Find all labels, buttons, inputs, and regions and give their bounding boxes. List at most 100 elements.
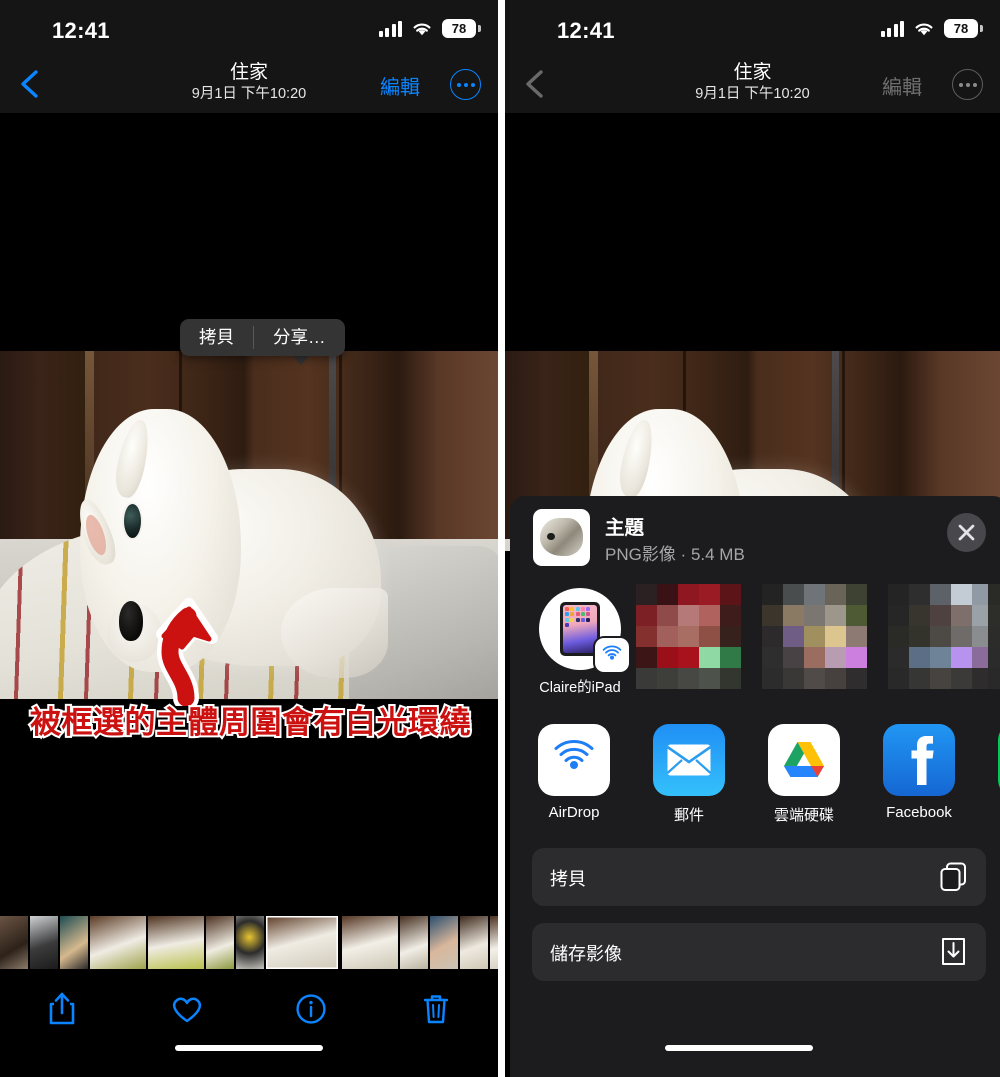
share-app-line[interactable]	[986, 724, 1000, 804]
filmstrip-thumb-selected[interactable]	[266, 916, 338, 969]
copy-share-popover[interactable]: 拷貝 分享…	[180, 319, 345, 356]
ellipsis-circle-icon[interactable]	[952, 69, 983, 100]
filmstrip-thumb[interactable]	[342, 916, 398, 969]
edit-button[interactable]: 編輯	[380, 71, 420, 100]
photo-image	[0, 351, 498, 699]
share-action-copy[interactable]: 拷貝	[532, 848, 986, 906]
trash-icon	[423, 995, 448, 1024]
popover-tail	[292, 355, 310, 365]
nav-bar: 住家 9月1日 下午10:20 編輯	[505, 55, 1000, 113]
redacted-contact-block	[636, 584, 741, 689]
redacted-contact-block	[988, 584, 1000, 689]
filmstrip-thumb[interactable]	[236, 916, 264, 969]
info-circle-icon	[296, 994, 326, 1024]
wifi-icon	[411, 21, 433, 37]
status-indicators: 78	[880, 19, 983, 38]
delete-button[interactable]	[374, 985, 499, 1033]
filmstrip-thumb[interactable]	[490, 916, 498, 969]
page-title: 住家	[229, 62, 268, 83]
favorite-button[interactable]	[125, 985, 250, 1033]
airdrop-contacts-row[interactable]: Claire的iPad	[510, 580, 1000, 716]
status-clock: 12:41	[52, 18, 110, 43]
share-item-title: 主題	[605, 517, 645, 539]
filmstrip-thumb[interactable]	[400, 916, 428, 969]
page-subtitle: 9月1日 下午10:20	[191, 86, 307, 102]
popover-share-button[interactable]: 分享…	[254, 319, 345, 356]
status-bar: 12:41 78	[0, 0, 498, 55]
screenshot-root: 12:41 78 住家 9月1日 下午10:20 編輯 拷貝 分享… 被框選的主…	[0, 0, 1000, 1077]
battery-level: 78	[451, 21, 467, 36]
wifi-icon	[913, 21, 935, 37]
close-button[interactable]	[947, 513, 986, 552]
share-app-mail[interactable]: 郵件	[641, 724, 737, 825]
annotation-text: 被框選的主體周圍會有白光環繞	[28, 703, 473, 742]
share-app-label: 雲端硬碟	[773, 807, 834, 824]
cellular-bars-icon	[378, 20, 402, 37]
photo-filmstrip[interactable]	[0, 916, 498, 969]
redacted-contact-block	[888, 584, 993, 689]
avatar	[539, 588, 629, 672]
nav-title-block: 住家 9月1日 下午10:20	[505, 62, 1000, 104]
ipad-icon	[560, 602, 600, 656]
heart-icon	[172, 997, 201, 1023]
annotation-arrow	[126, 594, 238, 711]
nav-bar: 住家 9月1日 下午10:20 編輯	[0, 55, 498, 113]
filmstrip-thumb[interactable]	[460, 916, 488, 969]
battery-icon: 78	[442, 19, 481, 38]
battery-icon: 78	[944, 19, 983, 38]
filmstrip-thumb[interactable]	[90, 916, 146, 969]
filmstrip-thumb[interactable]	[206, 916, 234, 969]
close-x-icon	[958, 524, 975, 541]
photo-subject-thumbnail	[533, 509, 590, 566]
share-app-label: 郵件	[673, 807, 704, 824]
share-app-label: Facebook	[886, 804, 952, 821]
mail-icon	[653, 724, 725, 796]
filmstrip-thumb[interactable]	[148, 916, 204, 969]
share-action-label: 儲存影像	[550, 944, 622, 964]
airdrop-contact[interactable]: Claire的iPad	[532, 588, 629, 697]
home-indicator	[175, 1045, 323, 1051]
share-button[interactable]	[0, 985, 125, 1033]
ellipsis-circle-icon[interactable]	[450, 69, 481, 100]
left-phone-screenshot: 12:41 78 住家 9月1日 下午10:20 編輯 拷貝 分享… 被框選的主…	[0, 0, 498, 1077]
status-clock: 12:41	[557, 18, 615, 43]
facebook-icon	[883, 724, 955, 796]
share-action-save[interactable]: 儲存影像	[532, 923, 986, 981]
status-bar: 12:41 78	[505, 0, 1000, 55]
info-button[interactable]	[249, 985, 374, 1033]
page-title: 住家	[733, 62, 772, 83]
share-apps-row[interactable]: AirDrop 郵件 雲端硬碟 Facebook	[510, 716, 1000, 844]
copy-icon	[938, 861, 969, 892]
share-sheet-header: 主題 PNG影像 · 5.4 MB	[510, 496, 1000, 580]
airdrop-icon	[538, 724, 610, 796]
share-action-label: 拷貝	[550, 869, 586, 889]
share-app-facebook[interactable]: Facebook	[871, 724, 967, 821]
share-sheet: 主題 PNG影像 · 5.4 MB Claire的iPad AirDrop 郵件…	[510, 496, 1000, 1077]
share-app-airdrop[interactable]: AirDrop	[526, 724, 622, 821]
panel-divider	[498, 0, 505, 1077]
filmstrip-thumb[interactable]	[0, 916, 28, 969]
share-app-label: AirDrop	[548, 804, 600, 821]
cellular-bars-icon	[880, 20, 904, 37]
popover-copy-button[interactable]: 拷貝	[180, 319, 253, 356]
battery-level: 78	[953, 21, 969, 36]
airdrop-contact-name: Claire的iPad	[539, 680, 621, 696]
filmstrip-thumb[interactable]	[430, 916, 458, 969]
share-app-drive[interactable]: 雲端硬碟	[756, 724, 852, 825]
page-subtitle: 9月1日 下午10:20	[695, 86, 810, 102]
filmstrip-thumb[interactable]	[60, 916, 88, 969]
home-indicator	[665, 1045, 814, 1051]
photo-viewer[interactable]	[0, 351, 498, 699]
share-item-subtitle: PNG影像 · 5.4 MB	[605, 545, 745, 564]
share-up-icon	[49, 992, 75, 1025]
status-indicators: 78	[378, 19, 481, 38]
airdrop-badge-icon	[595, 638, 629, 672]
nav-title-block: 住家 9月1日 下午10:20	[0, 62, 498, 104]
right-phone-screenshot: 12:41 78 住家 9月1日 下午10:20 編輯 主題 PNG影像 · 5…	[505, 0, 1000, 1077]
photo-action-toolbar	[0, 985, 498, 1033]
redacted-contact-block	[762, 584, 867, 689]
filmstrip-thumb[interactable]	[30, 916, 58, 969]
edit-button[interactable]: 編輯	[882, 71, 922, 100]
save-download-icon	[938, 936, 969, 967]
google-drive-icon	[768, 724, 840, 796]
